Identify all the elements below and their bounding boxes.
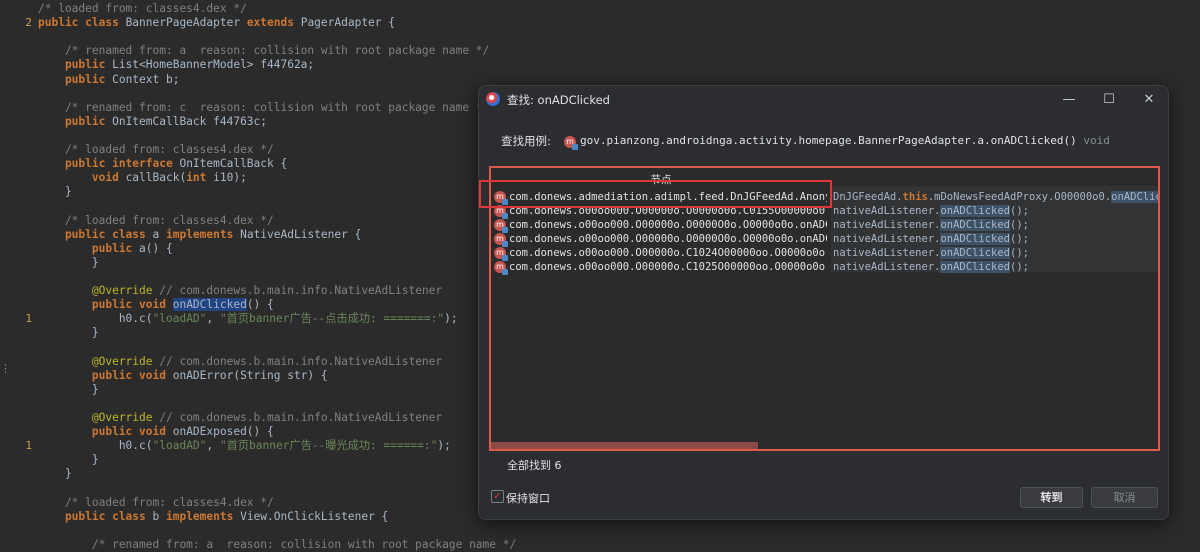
usage-method-path: gov.pianzong.androidnga.activity.homepag… [580, 134, 1110, 147]
line-number: 1 [25, 312, 32, 326]
code-line[interactable]: } [38, 453, 99, 467]
find-usages-dialog: 查找: onADClicked — ☐ ✕ 查找用例: m gov.pianzo… [478, 85, 1169, 520]
code-line[interactable]: } [38, 256, 99, 270]
result-node-text: com.donews.o00oo000.O00000o.C1025O00000o… [509, 261, 827, 273]
close-button[interactable]: ✕ [1135, 88, 1163, 112]
code-line[interactable]: /* renamed from: a reason: collision wit… [38, 538, 516, 552]
found-count: 全部找到 6 [507, 459, 562, 472]
code-line[interactable]: @Override // com.donews.b.main.info.Nati… [38, 411, 442, 425]
result-node-row[interactable]: m com.donews.o00oo000.O00000o.C1025O00000… [491, 260, 831, 275]
dialog-title: 查找: onADClicked [507, 93, 610, 107]
goto-button[interactable]: 转到 [1020, 487, 1083, 508]
code-line[interactable]: /* loaded from: classes4.dex */ [38, 214, 274, 228]
line-number: 1 [25, 439, 32, 453]
code-line[interactable]: /* loaded from: classes4.dex */ [38, 496, 274, 510]
result-node-text: com.donews.o00oo000.O00000o.O0000O0o.O00… [509, 219, 827, 231]
maximize-button[interactable]: ☐ [1095, 88, 1123, 112]
code-line[interactable]: h0.c("loadAD", "首页banner广告--曝光成功: ======… [38, 439, 451, 453]
result-code-row[interactable]: nativeAdListener.onADClicked(); [833, 260, 1158, 274]
results-panel: 节点 DnJGFeedAd.this.mDoNewsFeedAdProxy.O0… [489, 166, 1160, 451]
method-icon: m [494, 261, 508, 275]
result-code-row[interactable]: nativeAdListener.onADClicked(); [833, 218, 1158, 232]
code-line[interactable]: } [38, 383, 99, 397]
code-line[interactable]: @Override // com.donews.b.main.info.Nati… [38, 355, 442, 369]
usage-label: 查找用例: [501, 134, 551, 148]
code-line[interactable]: public class a implements NativeAdListen… [38, 228, 361, 242]
result-node-text: com.donews.o00oo000.O00000o.C1024O00000o… [509, 247, 827, 259]
result-code-row[interactable]: nativeAdListener.onADClicked(); [833, 204, 1158, 218]
drag-handle-icon[interactable]: ⋮ [0, 362, 11, 386]
result-node-row[interactable]: m com.donews.o00oo000.O00000o.C1024O00000… [491, 246, 831, 261]
code-line[interactable]: public class BannerPageAdapter extends P… [38, 16, 395, 30]
code-line[interactable]: public class b implements View.OnClickLi… [38, 510, 388, 524]
code-line[interactable]: } [38, 467, 72, 481]
code-column: DnJGFeedAd.this.mDoNewsFeedAdProxy.O0000… [831, 186, 1158, 274]
result-code-row[interactable]: DnJGFeedAd.this.mDoNewsFeedAdProxy.O0000… [833, 190, 1158, 204]
method-icon: m [494, 247, 508, 261]
dialog-titlebar[interactable]: 查找: onADClicked — ☐ ✕ [479, 86, 1168, 114]
method-icon: m [564, 136, 578, 150]
keep-window-label[interactable]: 保持窗口 [506, 490, 550, 506]
code-line[interactable]: public a() { [38, 242, 173, 256]
code-line[interactable]: void callBack(int i10); [38, 171, 247, 185]
code-line[interactable]: public OnItemCallBack f44763c; [38, 115, 267, 129]
code-line[interactable]: public void onADError(String str) { [38, 369, 328, 383]
result-code-row[interactable]: nativeAdListener.onADClicked(); [833, 232, 1158, 246]
code-line[interactable]: /* renamed from: c reason: collision wit… [38, 101, 489, 115]
method-icon: m [494, 233, 508, 247]
result-node-row[interactable]: m com.donews.o00oo000.O00000o.O0000O0o.O0… [491, 218, 831, 233]
line-number: 2 [25, 16, 32, 30]
code-line[interactable]: /* loaded from: classes4.dex */ [38, 2, 247, 16]
code-line[interactable]: public Context b; [38, 73, 180, 87]
code-line[interactable]: } [38, 326, 99, 340]
code-line[interactable]: public void onADClicked() { [38, 298, 274, 312]
minimize-button[interactable]: — [1055, 88, 1083, 112]
horizontal-scrollbar[interactable] [491, 442, 758, 449]
return-type: void [1083, 134, 1110, 147]
method-icon: m [494, 219, 508, 233]
code-line[interactable]: public void onADExposed() { [38, 425, 274, 439]
cancel-button[interactable]: 取消 [1091, 487, 1158, 508]
private-lock-icon [572, 144, 578, 150]
result-code-row[interactable]: nativeAdListener.onADClicked(); [833, 246, 1158, 260]
private-lock-icon [502, 269, 508, 275]
code-line[interactable]: /* renamed from: a reason: collision wit… [38, 44, 489, 58]
highlight-box [479, 180, 832, 208]
code-line[interactable]: h0.c("loadAD", "首页banner广告--点击成功: ======… [38, 312, 458, 326]
jadx-app-icon [486, 92, 500, 106]
code-line[interactable]: public interface OnItemCallBack { [38, 157, 287, 171]
code-line[interactable]: @Override // com.donews.b.main.info.Nati… [38, 284, 442, 298]
code-line[interactable]: public List<HomeBannerModel> f44762a; [38, 58, 314, 72]
result-node-text: com.donews.o00oo000.O00000o.O0000O0o.O00… [509, 233, 827, 245]
keep-window-checkbox[interactable]: ✓ [491, 490, 504, 503]
code-line[interactable]: /* loaded from: classes4.dex */ [38, 143, 274, 157]
code-line[interactable]: } [38, 185, 72, 199]
result-node-row[interactable]: m com.donews.o00oo000.O00000o.O0000O0o.O0… [491, 232, 831, 247]
